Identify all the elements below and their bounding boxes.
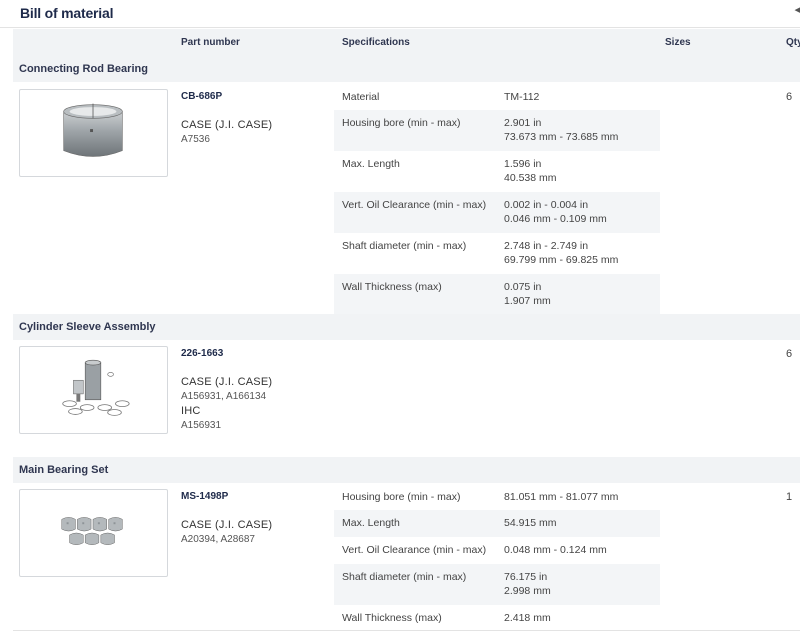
spec-value: 0.075 in 1.907 mm <box>504 281 551 307</box>
manufacturer-name: IHC <box>181 405 201 417</box>
page-title: Bill of material <box>20 5 114 21</box>
column-header-sizes[interactable]: Sizes <box>665 37 691 48</box>
sleeve-kit-illustration <box>62 359 130 416</box>
column-header-part-number[interactable]: Part number <box>181 37 240 48</box>
spec-row: Shaft diameter (min - max) 76.175 in 2.99… <box>334 564 660 605</box>
spec-row: Housing bore (min - max) 2.901 in 73.673 … <box>334 110 660 151</box>
spec-label: Material <box>342 91 380 103</box>
spec-row: Max. Length 1.596 in 40.538 mm <box>334 151 660 192</box>
spec-value: 0.048 mm - 0.124 mm <box>504 544 607 556</box>
spec-row: Vert. Oil Clearance (min - max) 0.002 in… <box>334 192 660 233</box>
spec-value: 2.418 mm <box>504 612 551 624</box>
group-title: Cylinder Sleeve Assembly <box>19 321 156 333</box>
spec-label: Shaft diameter (min - max) <box>342 240 467 252</box>
column-header-qty[interactable]: Qty <box>786 37 800 48</box>
product-image-connecting-rod-bearing[interactable] <box>19 89 168 177</box>
manufacturer-name: CASE (J.I. CASE) <box>181 376 273 388</box>
spec-label: Shaft diameter (min - max) <box>342 571 467 583</box>
spec-row: Wall Thickness (max) 2.418 mm <box>334 605 660 630</box>
group-title: Connecting Rod Bearing <box>19 63 148 75</box>
product-image-cylinder-sleeve-assembly[interactable] <box>19 346 168 434</box>
spec-row: Material TM-112 <box>334 84 660 110</box>
group-title: Main Bearing Set <box>19 464 109 476</box>
quantity: 6 <box>786 91 793 103</box>
manufacturer-refs: A20394, A28687 <box>181 534 255 545</box>
table-header: Part number Specifications Sizes Qty <box>13 29 800 56</box>
spec-label: Housing bore (min - max) <box>342 491 461 503</box>
spec-row: Housing bore (min - max) 81.051 mm - 81.… <box>334 484 660 510</box>
bearing-set-illustration <box>61 517 123 545</box>
spec-label: Housing bore (min - max) <box>342 117 461 129</box>
spec-value: 1.596 in 40.538 mm <box>504 158 557 184</box>
part-number-link[interactable]: 226-1663 <box>181 348 223 359</box>
page-header: Bill of material ◂ <box>0 0 800 28</box>
spec-value: 81.051 mm - 81.077 mm <box>504 491 619 503</box>
group-header-main-bearing-set: Main Bearing Set <box>13 457 800 483</box>
manufacturer-refs: A156931 <box>181 420 222 431</box>
spec-row: Max. Length 54.915 mm <box>334 510 660 537</box>
manufacturer-name: CASE (J.I. CASE) <box>181 119 273 131</box>
spec-label: Wall Thickness (max) <box>342 281 442 293</box>
quantity: 6 <box>786 348 793 360</box>
quantity: 1 <box>786 491 793 503</box>
spec-label: Max. Length <box>342 517 400 529</box>
group-header-cylinder-sleeve-assembly: Cylinder Sleeve Assembly <box>13 314 800 340</box>
spec-label: Vert. Oil Clearance (min - max) <box>342 544 487 556</box>
bearing-shell-illustration <box>63 103 123 157</box>
spec-row: Vert. Oil Clearance (min - max) 0.048 mm… <box>334 537 660 564</box>
spec-value: 2.748 in - 2.749 in 69.799 mm - 69.825 mm <box>504 240 619 266</box>
spec-row: Shaft diameter (min - max) 2.748 in - 2.… <box>334 233 660 274</box>
spec-label: Max. Length <box>342 158 400 170</box>
product-image-main-bearing-set[interactable] <box>19 489 168 577</box>
spec-value: TM-112 <box>504 91 540 103</box>
spec-value: 54.915 mm <box>504 517 557 529</box>
group-header-connecting-rod-bearing: Connecting Rod Bearing <box>13 56 800 82</box>
spec-label: Vert. Oil Clearance (min - max) <box>342 199 487 211</box>
divider <box>13 630 800 631</box>
part-number-link[interactable]: CB-686P <box>181 91 222 102</box>
collapse-icon[interactable]: ◂ <box>794 3 800 16</box>
column-header-specifications[interactable]: Specifications <box>342 37 410 48</box>
manufacturer-refs: A156931, A166134 <box>181 391 267 402</box>
manufacturer-name: CASE (J.I. CASE) <box>181 519 273 531</box>
spec-label: Wall Thickness (max) <box>342 612 442 624</box>
spec-value: 0.002 in - 0.004 in 0.046 mm - 0.109 mm <box>504 199 607 225</box>
part-number-link[interactable]: MS-1498P <box>181 491 228 502</box>
manufacturer-refs: A7536 <box>181 134 210 145</box>
spec-value: 2.901 in 73.673 mm - 73.685 mm <box>504 117 619 143</box>
spec-row: Wall Thickness (max) 0.075 in 1.907 mm <box>334 274 660 314</box>
spec-value: 76.175 in 2.998 mm <box>504 571 551 597</box>
